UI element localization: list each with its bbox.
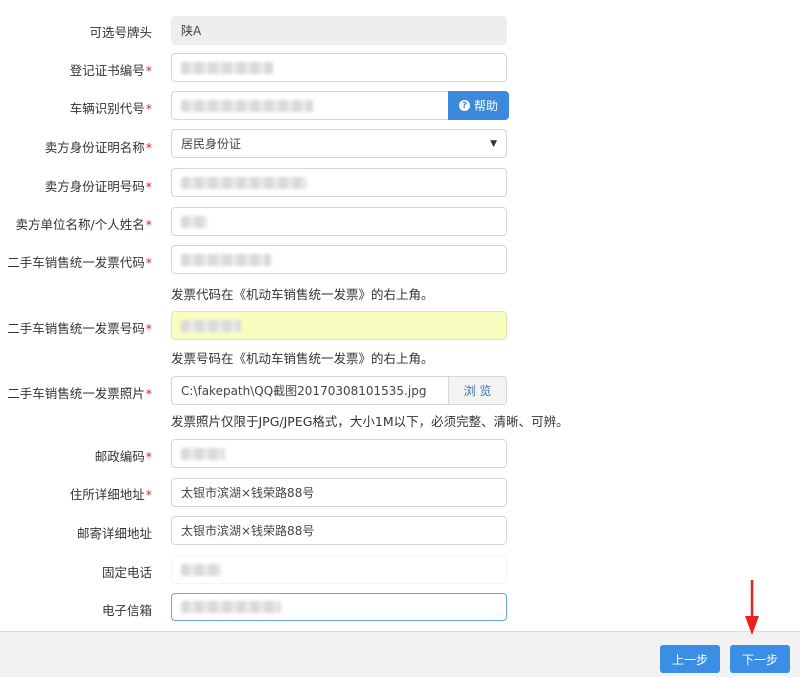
- invoice-number-hint: 发票号码在《机动车销售统一发票》的右上角。: [171, 351, 434, 366]
- invoice-code-hint: 发票代码在《机动车销售统一发票》的右上角。: [171, 287, 434, 302]
- seller-id-number-label: 卖方身份证明号码*: [44, 179, 152, 194]
- address-value: 太银市滨湖×钱荣路88号: [181, 486, 315, 500]
- seller-name-label: 卖方单位名称/个人姓名*: [15, 217, 152, 232]
- invoice-number-input[interactable]: [171, 311, 507, 340]
- next-step-button[interactable]: 下一步: [730, 645, 790, 673]
- mail-address-input[interactable]: 太银市滨湖×钱荣路88号: [171, 516, 507, 545]
- question-icon: ?: [458, 100, 470, 111]
- plate-prefix-value: 陕A: [181, 24, 202, 38]
- invoice-number-label: 二手车销售统一发票号码*: [7, 321, 152, 336]
- help-button[interactable]: ? 帮助: [448, 91, 509, 120]
- seller-id-number-input[interactable]: [171, 168, 507, 197]
- email-input[interactable]: [171, 593, 507, 621]
- mail-address-value: 太银市滨湖×钱荣路88号: [181, 524, 315, 538]
- prev-step-button[interactable]: 上一步: [660, 645, 720, 673]
- annotation-arrow-icon: [745, 580, 759, 635]
- seller-id-type-value: 居民身份证: [181, 137, 242, 151]
- invoice-photo-file-input[interactable]: C:\fakepath\QQ截图20170308101535.jpg 浏 览: [171, 376, 507, 405]
- cert-number-label: 登记证书编号*: [69, 63, 152, 78]
- address-input[interactable]: 太银市滨湖×钱荣路88号: [171, 478, 507, 507]
- postcode-input[interactable]: [171, 439, 507, 468]
- invoice-photo-path: C:\fakepath\QQ截图20170308101535.jpg: [181, 384, 427, 398]
- invoice-photo-label: 二手车销售统一发票照片*: [7, 386, 152, 401]
- invoice-code-input[interactable]: [171, 245, 507, 274]
- seller-name-input[interactable]: [171, 207, 507, 236]
- browse-button[interactable]: 浏 览: [448, 377, 506, 404]
- email-label: 电子信箱: [101, 603, 152, 618]
- caret-down-icon: ▼: [490, 139, 497, 149]
- plate-prefix-label: 可选号牌头: [89, 25, 152, 40]
- plate-prefix-field: 陕A: [171, 16, 507, 45]
- mail-address-label: 邮寄详细地址: [76, 526, 152, 541]
- help-button-label: 帮助: [473, 99, 498, 113]
- vin-label: 车辆识别代号*: [69, 101, 152, 116]
- vin-input[interactable]: [171, 91, 449, 120]
- cert-number-input[interactable]: [171, 53, 507, 82]
- invoice-photo-hint: 发票照片仅限于JPG/JPEG格式，大小1M以下，必须完整、清晰、可辨。: [171, 414, 569, 429]
- invoice-code-label: 二手车销售统一发票代码*: [7, 255, 152, 270]
- postcode-label: 邮政编码*: [94, 449, 152, 464]
- seller-id-type-label: 卖方身份证明名称*: [44, 140, 152, 155]
- phone-input[interactable]: [171, 555, 507, 584]
- address-label: 住所详细地址*: [69, 487, 152, 502]
- footer-bar: 上一步 下一步: [0, 631, 800, 677]
- seller-id-type-select[interactable]: 居民身份证 ▼: [171, 129, 507, 158]
- phone-label: 固定电话: [101, 565, 152, 580]
